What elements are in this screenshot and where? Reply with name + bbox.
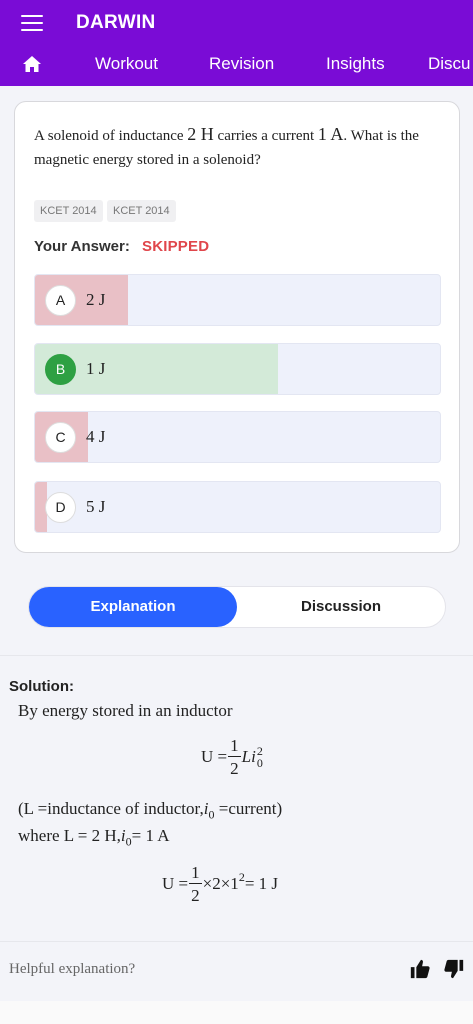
option-letter: A: [45, 285, 76, 316]
nav-item-discussion[interactable]: Discu: [428, 54, 471, 74]
home-icon[interactable]: [22, 55, 42, 73]
option-text: 2 J: [86, 290, 106, 309]
hamburger-icon[interactable]: [21, 15, 43, 31]
option-text: 4 J: [86, 427, 106, 446]
your-answer-status: SKIPPED: [142, 238, 210, 255]
option-letter-correct: B: [45, 354, 76, 385]
tab-explanation[interactable]: Explanation: [29, 587, 237, 627]
question-text: A solenoid of inductance 2 H carries a c…: [34, 124, 419, 168]
exam-tag: KCET 2014: [34, 200, 103, 222]
nav-item-insights[interactable]: Insights: [326, 54, 385, 74]
solution-line: where L = 2 H,i0= 1 A: [18, 826, 170, 849]
feedback-prompt: Helpful explanation?: [9, 961, 136, 977]
explanation-tabs: Explanation Discussion: [28, 586, 446, 628]
solution-label: Solution:: [9, 678, 74, 695]
option-text: 1 J: [86, 359, 106, 378]
option-letter: C: [45, 422, 76, 453]
option-a[interactable]: A 2 J: [34, 274, 441, 326]
divider: [0, 941, 473, 942]
tab-discussion[interactable]: Discussion: [237, 587, 445, 627]
option-text: 5 J: [86, 497, 106, 516]
option-b[interactable]: B 1 J: [34, 343, 441, 395]
energy-calculation: U = 12 ×2×1 2 = 1 J: [162, 863, 279, 905]
divider: [0, 655, 473, 656]
solution-line: (L =inductance of inductor,i0 =current): [18, 799, 283, 822]
option-d[interactable]: D 5 J: [34, 481, 441, 533]
app-bar: DARWIN Workout Revision Insights Discu: [0, 0, 473, 86]
thumbs-up-icon[interactable]: [409, 958, 431, 980]
question-card: A solenoid of inductance 2 H carries a c…: [14, 101, 460, 553]
nav-item-workout[interactable]: Workout: [95, 54, 158, 74]
thumbs-down-icon[interactable]: [443, 958, 465, 980]
your-answer-label: Your Answer:: [34, 238, 130, 255]
nav-item-revision[interactable]: Revision: [209, 54, 274, 74]
app-title: DARWIN: [76, 12, 156, 33]
exam-tag: KCET 2014: [107, 200, 176, 222]
solution-line: By energy stored in an inductor: [18, 701, 233, 720]
option-c[interactable]: C 4 J: [34, 411, 441, 463]
energy-formula: U = 12 Li20: [201, 736, 263, 778]
nav-bar: Workout Revision Insights Discu: [0, 54, 473, 76]
bottom-area: [0, 1001, 473, 1024]
option-letter: D: [45, 492, 76, 523]
